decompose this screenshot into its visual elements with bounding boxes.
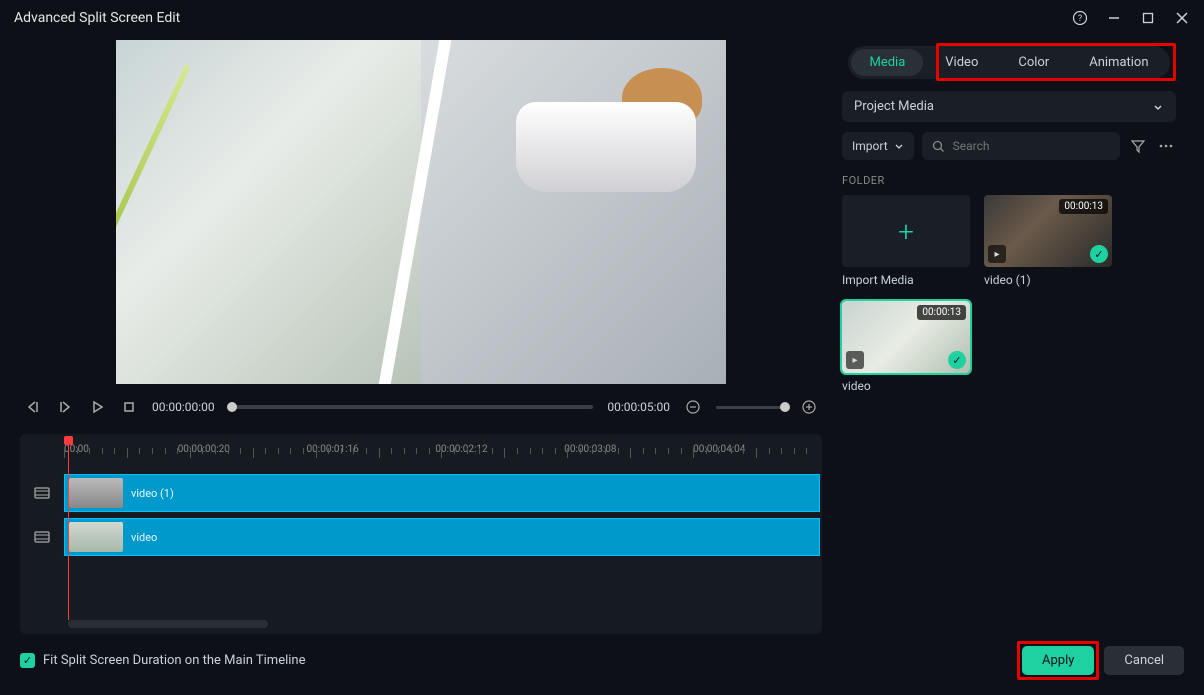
check-icon: ✓ (948, 351, 966, 369)
tab-media[interactable]: Media (851, 49, 923, 76)
check-icon: ✓ (1090, 245, 1108, 263)
footer-buttons: Apply Cancel (1022, 646, 1184, 675)
titlebar: Advanced Split Screen Edit ? (0, 0, 1204, 36)
timeline-clip[interactable]: video (1) (64, 474, 820, 512)
more-icon[interactable] (1156, 138, 1176, 154)
scrubber[interactable] (229, 405, 594, 409)
zoom-in-icon[interactable] (800, 398, 818, 416)
zoom-slider[interactable] (716, 406, 786, 409)
maximize-icon[interactable] (1140, 10, 1156, 26)
tab-color[interactable]: Color (1000, 49, 1067, 76)
import-media-tile[interactable]: + Import Media (842, 195, 970, 287)
media-tile[interactable]: 00:00:13 ▸ ✓ video (1) (984, 195, 1112, 287)
video-track-icon (20, 529, 64, 545)
end-timecode: 00:00:05:00 (607, 400, 670, 414)
clip-label: video (131, 531, 157, 544)
help-icon[interactable]: ? (1072, 10, 1088, 26)
track-row: video (1) (20, 472, 822, 514)
clip-label: video (1) (131, 487, 174, 500)
tab-video[interactable]: Video (927, 49, 996, 76)
stop-icon[interactable] (120, 398, 138, 416)
duration-badge: 00:00:13 (1059, 199, 1108, 214)
minimize-icon[interactable] (1106, 10, 1122, 26)
import-label: Import (852, 139, 888, 153)
media-name: video (842, 379, 970, 393)
import-search-row: Import (842, 132, 1176, 160)
media-grid: + Import Media 00:00:13 ▸ ✓ video (1) 00… (842, 195, 1176, 393)
window-controls: ? (1072, 10, 1190, 26)
window-title: Advanced Split Screen Edit (14, 10, 180, 26)
track-row: video (20, 516, 822, 558)
clip-thumbnail (69, 522, 123, 552)
ruler-ticks (64, 448, 822, 458)
search-box[interactable] (922, 132, 1120, 160)
search-icon (932, 140, 945, 153)
media-name: video (1) (984, 273, 1112, 287)
play-icon[interactable] (88, 398, 106, 416)
import-dropdown[interactable]: Import (842, 132, 914, 160)
tabs: Media Video Color Animation (848, 46, 1169, 79)
search-input[interactable] (953, 139, 1110, 153)
right-panel: Media Video Color Animation Project Medi… (832, 36, 1192, 636)
left-panel: 00:00:00:00 00:00:05:00 00:00 00:00:00:2… (0, 36, 832, 636)
project-media-dropdown[interactable]: Project Media (842, 91, 1176, 122)
prev-frame-icon[interactable] (24, 398, 42, 416)
clip-thumbnail (69, 478, 123, 508)
zoom-out-icon[interactable] (684, 398, 702, 416)
footer: ✓ Fit Split Screen Duration on the Main … (0, 636, 1204, 685)
timeline-scrollbar[interactable] (68, 620, 268, 628)
svg-text:?: ? (1078, 14, 1082, 24)
playhead[interactable] (68, 440, 69, 620)
timeline: 00:00 00:00:00:20 00:00:01:16 00:00:02:1… (20, 434, 822, 634)
apply-button[interactable]: Apply (1022, 646, 1094, 675)
fit-duration-checkbox[interactable]: ✓ Fit Split Screen Duration on the Main … (20, 653, 305, 668)
close-icon[interactable] (1174, 10, 1190, 26)
add-to-timeline-icon[interactable]: ▸ (846, 351, 864, 369)
media-name: Import Media (842, 273, 970, 287)
fit-duration-label: Fit Split Screen Duration on the Main Ti… (43, 653, 305, 668)
video-preview[interactable] (116, 40, 726, 384)
current-timecode: 00:00:00:00 (152, 400, 215, 414)
video-track-icon (20, 485, 64, 501)
plus-icon: + (898, 215, 914, 248)
media-tile[interactable]: 00:00:13 ▸ ✓ video (842, 301, 970, 393)
chevron-down-icon (1152, 101, 1164, 113)
chevron-down-icon (894, 141, 904, 151)
cancel-button[interactable]: Cancel (1104, 646, 1184, 675)
folder-heading: FOLDER (842, 174, 1176, 187)
tab-animation[interactable]: Animation (1071, 49, 1166, 76)
filter-icon[interactable] (1128, 138, 1148, 154)
timeline-clip[interactable]: video (64, 518, 820, 556)
add-to-timeline-icon[interactable]: ▸ (988, 245, 1006, 263)
dropdown-label: Project Media (854, 99, 934, 114)
next-frame-icon[interactable] (56, 398, 74, 416)
player-controls: 00:00:00:00 00:00:05:00 (20, 392, 822, 426)
duration-badge: 00:00:13 (917, 305, 966, 320)
checkbox-checked-icon: ✓ (20, 653, 35, 668)
